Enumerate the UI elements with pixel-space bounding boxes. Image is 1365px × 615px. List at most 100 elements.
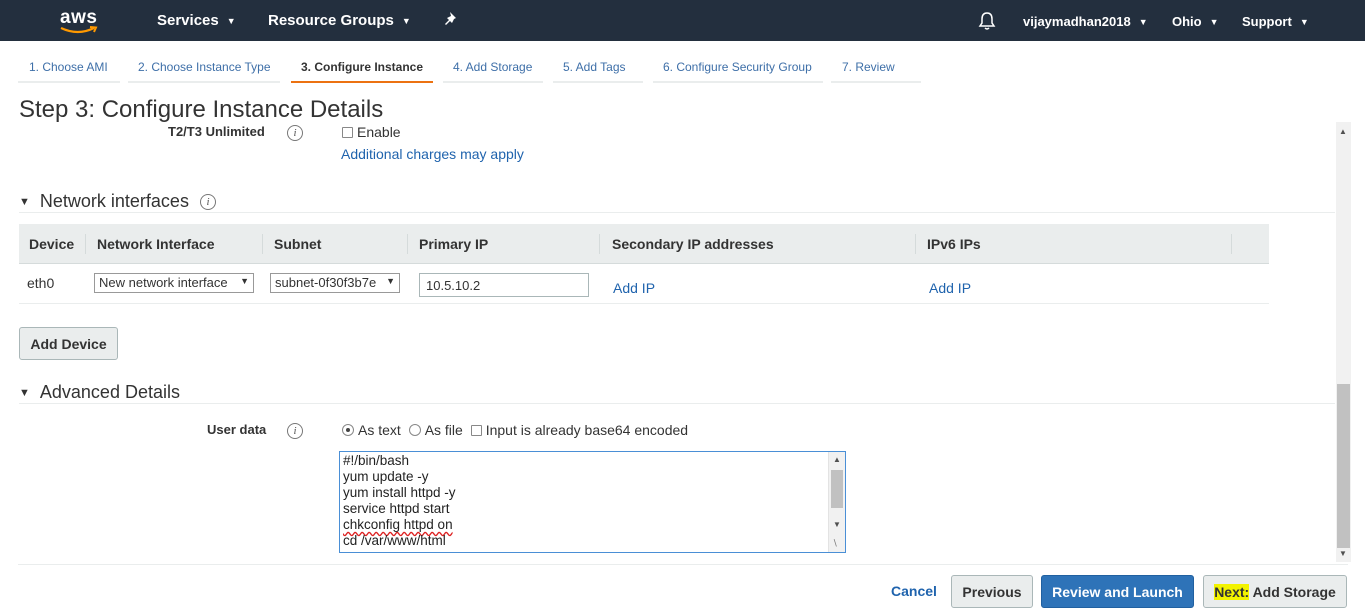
chevron-down-icon: ▼: [1138, 17, 1148, 27]
bell-icon[interactable]: [978, 11, 996, 34]
account-label: vijaymadhan2018: [1023, 14, 1131, 29]
tab-label: 2. Choose Instance Type: [138, 60, 271, 74]
scroll-up-icon[interactable]: ▲: [1339, 127, 1347, 136]
scroll-down-icon[interactable]: ▼: [1339, 549, 1347, 558]
column-ipv6: IPv6 IPs: [927, 236, 981, 252]
collapse-triangle-icon: ▼: [19, 387, 30, 399]
dropdown-arrow-icon: ▼: [386, 276, 395, 286]
scroll-up-icon[interactable]: ▲: [833, 455, 841, 464]
divider: [19, 212, 1335, 213]
script-line: yum update -y: [343, 469, 429, 484]
base64-label: Input is already base64 encoded: [485, 422, 689, 438]
tab-choose-ami[interactable]: 1. Choose AMI: [18, 54, 120, 83]
enable-checkbox-row[interactable]: Enable: [342, 124, 401, 140]
tab-label: 4. Add Storage: [453, 60, 533, 74]
tab-add-storage[interactable]: 4. Add Storage: [443, 54, 543, 83]
table-header: Device Network Interface Subnet Primary …: [19, 224, 1269, 264]
script-line: cd /var/www/html: [343, 533, 446, 548]
info-icon[interactable]: i: [199, 194, 216, 210]
chevron-down-icon: ▼: [401, 16, 411, 26]
account-menu[interactable]: vijaymadhan2018 ▼: [1023, 14, 1148, 29]
tab-configure-instance[interactable]: 3. Configure Instance: [291, 54, 433, 83]
enable-label: Enable: [357, 124, 401, 140]
support-label: Support: [1242, 14, 1292, 29]
column-separator: [1231, 234, 1232, 254]
as-file-label: As file: [424, 422, 463, 438]
as-file-radio-option[interactable]: As file: [408, 422, 463, 438]
advanced-details-header[interactable]: ▼ Advanced Details: [19, 382, 180, 403]
user-data-content: #!/bin/bash yum update -y yum install ht…: [343, 453, 456, 549]
page-scroll-thumb[interactable]: [1337, 384, 1350, 548]
tab-label: 5. Add Tags: [563, 60, 626, 74]
network-interface-value: New network interface: [99, 275, 228, 290]
info-icon[interactable]: i: [287, 423, 303, 439]
next-add-storage-button[interactable]: Next: Add Storage: [1203, 575, 1347, 608]
add-device-button[interactable]: Add Device: [19, 327, 118, 360]
region-label: Ohio: [1172, 14, 1202, 29]
as-text-radio[interactable]: [342, 424, 354, 436]
scroll-down-icon[interactable]: ▼: [833, 520, 841, 529]
network-interfaces-title: Network interfaces: [39, 191, 189, 211]
additional-charges-link[interactable]: Additional charges may apply: [341, 146, 524, 162]
network-interfaces-table: Device Network Interface Subnet Primary …: [19, 224, 1269, 304]
user-data-textarea[interactable]: #!/bin/bash yum update -y yum install ht…: [339, 451, 846, 553]
resize-grip-icon[interactable]: ∖: [832, 538, 838, 549]
as-text-radio-option[interactable]: As text: [342, 422, 401, 438]
add-secondary-ip-link[interactable]: Add IP: [613, 280, 655, 296]
user-data-label: User data: [207, 422, 267, 437]
column-separator: [85, 234, 86, 254]
as-file-radio[interactable]: [408, 424, 421, 436]
column-separator: [915, 234, 916, 254]
divider: [19, 403, 1335, 404]
column-secondary-ip: Secondary IP addresses: [612, 236, 774, 252]
services-label: Services: [157, 12, 219, 29]
table-row: eth0 New network interface ▼ subnet-0f30f…: [19, 264, 1269, 304]
resource-groups-menu[interactable]: Resource Groups ▼: [268, 12, 411, 29]
column-separator: [407, 234, 408, 254]
chevron-down-icon: ▼: [226, 16, 236, 26]
script-line: yum install httpd -y: [343, 485, 456, 500]
base64-checkbox-option[interactable]: Input is already base64 encoded: [470, 422, 689, 438]
script-line: service httpd start: [343, 501, 450, 516]
services-menu[interactable]: Services ▼: [157, 12, 236, 29]
aws-smile-icon: [60, 26, 98, 34]
page-title: Step 3: Configure Instance Details: [19, 96, 384, 123]
info-icon[interactable]: i: [287, 125, 303, 141]
column-subnet: Subnet: [274, 236, 322, 252]
collapse-triangle-icon: ▼: [19, 196, 30, 208]
pin-icon[interactable]: [444, 11, 460, 32]
review-and-launch-button[interactable]: Review and Launch: [1041, 575, 1194, 608]
cancel-link[interactable]: Cancel: [891, 583, 937, 599]
support-menu[interactable]: Support ▼: [1242, 14, 1309, 29]
tab-add-tags[interactable]: 5. Add Tags: [553, 54, 643, 83]
enable-checkbox[interactable]: [342, 127, 353, 138]
region-menu[interactable]: Ohio ▼: [1172, 14, 1219, 29]
advanced-details-title: Advanced Details: [39, 382, 180, 402]
next-prefix: Next:: [1214, 584, 1250, 600]
subnet-select[interactable]: subnet-0f30f3b7e ▼: [270, 273, 400, 293]
tab-configure-security-group[interactable]: 6. Configure Security Group: [653, 54, 823, 83]
tab-choose-instance-type[interactable]: 2. Choose Instance Type: [128, 54, 280, 83]
top-navbar: aws Services ▼ Resource Groups ▼ vijaymadh…: [0, 0, 1365, 41]
column-separator: [599, 234, 600, 254]
resource-groups-label: Resource Groups: [268, 12, 394, 29]
textarea-scrollbar[interactable]: ▲ ▼ ∖: [828, 452, 845, 552]
base64-checkbox[interactable]: [470, 425, 482, 436]
next-suffix: Add Storage: [1249, 584, 1336, 600]
primary-ip-input[interactable]: [419, 273, 589, 297]
tab-label: 1. Choose AMI: [29, 60, 108, 74]
network-interface-select[interactable]: New network interface ▼: [94, 273, 254, 293]
column-network-interface: Network Interface: [97, 236, 215, 252]
scroll-thumb[interactable]: [831, 470, 843, 508]
script-line: #!/bin/bash: [343, 453, 410, 468]
tab-review[interactable]: 7. Review: [831, 54, 921, 83]
network-interfaces-header[interactable]: ▼ Network interfaces i: [19, 191, 216, 212]
user-data-options: As text As file Input is already base64 …: [342, 422, 688, 438]
column-primary-ip: Primary IP: [419, 236, 489, 252]
add-ipv6-link[interactable]: Add IP: [929, 280, 971, 296]
chevron-down-icon: ▼: [1299, 17, 1309, 27]
page-scrollbar[interactable]: ▲ ▼: [1336, 122, 1351, 562]
aws-logo[interactable]: aws: [58, 6, 104, 36]
column-device: Device: [29, 236, 75, 252]
previous-button[interactable]: Previous: [951, 575, 1033, 608]
